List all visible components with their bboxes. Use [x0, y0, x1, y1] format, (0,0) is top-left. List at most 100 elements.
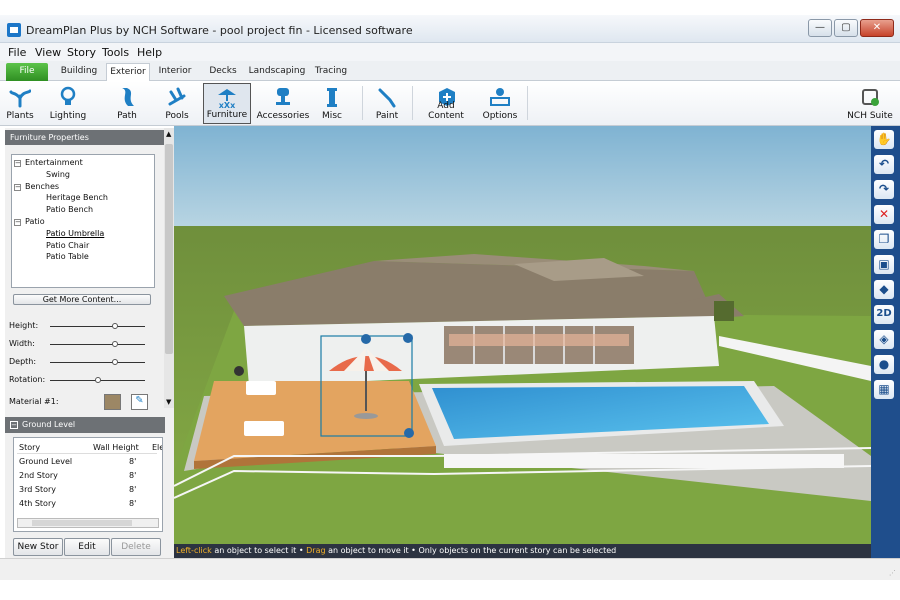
accessories-button[interactable]: Accessories [253, 83, 313, 124]
paint-button[interactable]: Paint [370, 83, 404, 124]
close-button[interactable]: ✕ [860, 19, 894, 37]
menu-story[interactable]: Story [67, 46, 96, 59]
tree-item[interactable]: Patio Table [46, 252, 89, 261]
undo-icon[interactable]: ↶ [874, 155, 894, 174]
pools-button[interactable]: Pools [160, 83, 194, 124]
view-2d-button[interactable]: 2D [874, 305, 894, 324]
furniture-properties-header: Furniture Properties [5, 130, 165, 145]
plant-icon [9, 89, 31, 108]
svg-text:xXx: xXx [219, 101, 236, 109]
scroll-thumb[interactable] [165, 144, 173, 354]
tree-item[interactable]: Patio Chair [46, 241, 89, 250]
plants-button[interactable]: Plants [3, 83, 37, 124]
resize-grip-icon[interactable]: ⋰ [889, 569, 896, 577]
furniture-button[interactable]: xXx Furniture [203, 83, 251, 124]
tree-item[interactable]: Benches [25, 182, 59, 191]
slider-thumb[interactable] [94, 377, 101, 383]
ribbon-tabs: File Building Exterior Interior Decks La… [0, 61, 900, 138]
app-window: DreamPlan Plus by NCH Software - pool pr… [0, 0, 900, 600]
scroll-down-arrow[interactable]: ▼ [166, 398, 171, 406]
table-row[interactable]: Ground Level 8' [17, 457, 157, 468]
edit-story-button[interactable]: Edit [64, 538, 110, 556]
slider-label: Depth: [9, 357, 37, 366]
lighting-button[interactable]: Lighting [44, 83, 92, 124]
path-icon [122, 88, 134, 106]
tree-item[interactable]: Swing [46, 170, 70, 179]
tree-item[interactable]: Patio Umbrella [46, 229, 104, 238]
menu-help[interactable]: Help [137, 46, 162, 59]
tab-interior[interactable]: Interior [154, 63, 196, 81]
delete-story-button[interactable]: Delete [111, 538, 161, 556]
tree-expander-icon[interactable]: − [14, 219, 21, 226]
table-row[interactable]: 2nd Story 8' [17, 471, 157, 482]
get-more-content-button[interactable]: Get More Content... [13, 294, 151, 305]
tab-tracing[interactable]: Tracing [312, 63, 350, 81]
left-panel: Furniture Properties ▲ ▼ − Entertainment S… [5, 128, 174, 558]
slider-track[interactable] [50, 344, 145, 345]
paint-icon [378, 88, 396, 108]
terrain-icon[interactable]: ◆ [874, 280, 894, 299]
tree-item[interactable]: Entertainment [25, 158, 83, 167]
status-bar: Left-click an object to select it • Drag… [174, 544, 871, 558]
table-row[interactable]: 4th Story 8' [17, 499, 157, 510]
texture-icon[interactable]: ▣ [874, 255, 894, 274]
path-button[interactable]: Path [107, 83, 147, 124]
menu-tools[interactable]: Tools [102, 46, 129, 59]
slider-track[interactable] [50, 326, 145, 327]
tab-decks[interactable]: Decks [206, 63, 240, 81]
tab-building[interactable]: Building [56, 63, 102, 81]
column-wall-height: Wall Height [93, 443, 139, 452]
story-table-hscroll[interactable] [17, 518, 159, 528]
wall-height: 8' [129, 457, 137, 466]
delete-icon[interactable]: ✕ [874, 205, 894, 224]
status-highlight: Drag [306, 546, 326, 555]
maximize-button[interactable]: ▢ [834, 19, 858, 37]
nch-suite-icon [862, 89, 879, 106]
pan-hand-icon[interactable]: ✋ [874, 130, 894, 149]
status-text: an object to move it • Only objects on t… [325, 546, 617, 555]
table-row[interactable]: 3rd Story 8' [17, 485, 157, 496]
slider-thumb[interactable] [111, 323, 118, 329]
bottom-bar: ⋰ [0, 558, 900, 580]
minimize-button[interactable]: — [808, 19, 832, 37]
3d-scene-render [174, 126, 871, 544]
nch-suite-button[interactable]: NCH Suite [845, 83, 895, 124]
window-title: DreamPlan Plus by NCH Software - pool pr… [26, 24, 413, 37]
3d-viewport[interactable] [174, 126, 871, 544]
redo-icon[interactable]: ↷ [874, 180, 894, 199]
left-panel-scrollbar[interactable]: ▲ ▼ [164, 128, 174, 408]
story-name: 2nd Story [19, 471, 58, 480]
tree-expander-icon[interactable]: − [14, 160, 21, 167]
slider-track[interactable] [50, 362, 145, 363]
menu-file[interactable]: File [8, 46, 26, 59]
new-story-button[interactable]: New Stor [13, 538, 63, 556]
tree-item[interactable]: Heritage Bench [46, 193, 108, 202]
hscroll-thumb[interactable] [32, 520, 132, 526]
slider-thumb[interactable] [111, 359, 118, 365]
ribbon-toolbar: Plants Lighting Path Pools xXx Furniture… [0, 81, 900, 126]
eyedropper-icon[interactable]: ✎ [131, 394, 148, 410]
tab-exterior[interactable]: Exterior [106, 63, 150, 81]
collapse-icon[interactable]: − [10, 421, 18, 429]
tree-expander-icon[interactable]: − [14, 183, 21, 191]
slider-thumb[interactable] [111, 341, 118, 347]
tab-landscaping[interactable]: Landscaping [248, 63, 306, 81]
material-swatch[interactable] [104, 394, 121, 410]
pin-icon[interactable]: ● [874, 355, 894, 374]
tree-item[interactable]: Patio [25, 217, 45, 226]
layers-icon[interactable]: ◈ [874, 330, 894, 349]
story-name: 3rd Story [19, 485, 56, 494]
options-button[interactable]: Options [480, 83, 520, 124]
column-icon [327, 88, 337, 107]
tree-item[interactable]: Patio Bench [46, 205, 93, 214]
scroll-up-arrow[interactable]: ▲ [166, 130, 171, 138]
copy-icon[interactable]: ❐ [874, 230, 894, 249]
misc-button[interactable]: Misc [316, 83, 348, 124]
floorplan-icon[interactable]: ▦ [874, 380, 894, 399]
story-name: Ground Level [19, 457, 73, 466]
tab-file[interactable]: File [6, 63, 48, 81]
slider-label: Rotation: [9, 375, 46, 384]
wall-height: 8' [129, 471, 137, 480]
menu-view[interactable]: View [35, 46, 61, 59]
add-content-button[interactable]: Add Content [418, 83, 474, 124]
